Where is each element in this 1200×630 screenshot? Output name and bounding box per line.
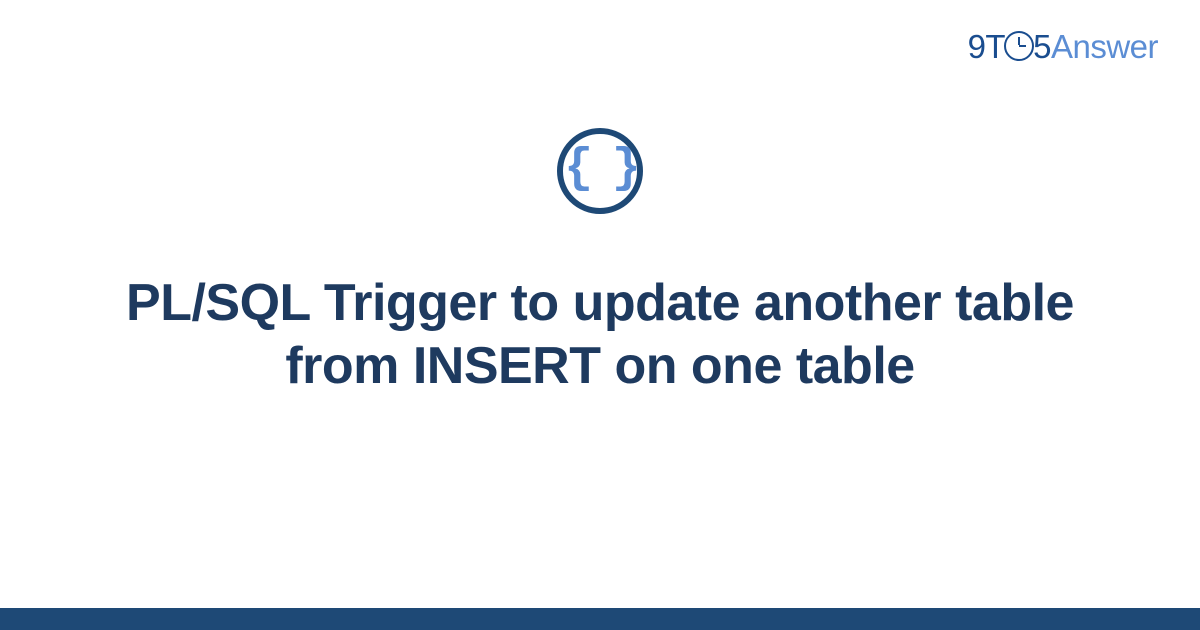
code-braces-icon: { }	[564, 145, 635, 193]
main-content: { } PL/SQL Trigger to update another tab…	[0, 128, 1200, 399]
logo-text-answer: Answer	[1051, 28, 1158, 65]
page-title: PL/SQL Trigger to update another table f…	[90, 272, 1110, 399]
site-logo: 9T 5Answer	[968, 28, 1158, 66]
logo-text-9t: 9T	[968, 28, 1006, 65]
category-icon-circle: { }	[557, 128, 643, 214]
footer-bar	[0, 608, 1200, 630]
clock-icon	[1004, 31, 1034, 61]
logo-text-5: 5	[1033, 28, 1051, 65]
